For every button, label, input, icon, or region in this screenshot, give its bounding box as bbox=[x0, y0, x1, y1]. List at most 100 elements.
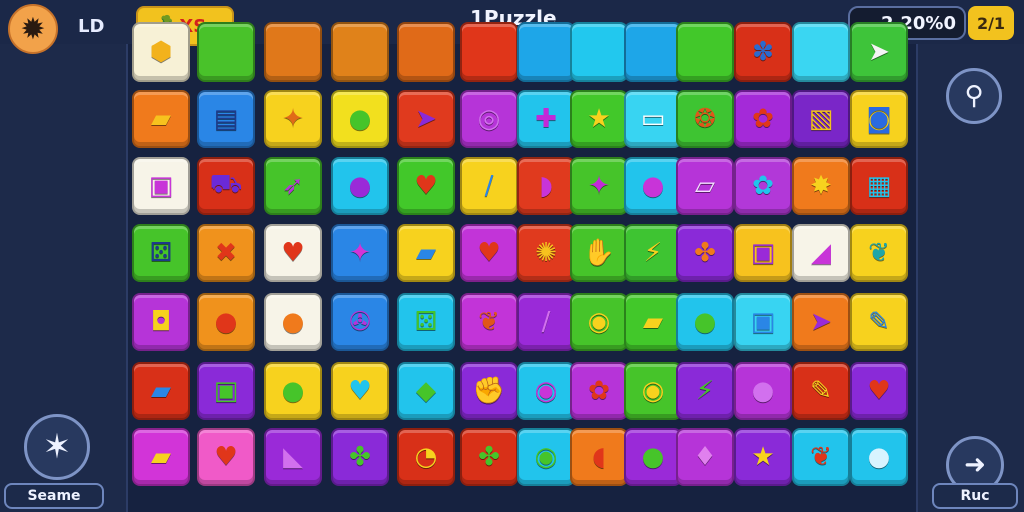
purple-tile[interactable]: ♥ bbox=[850, 362, 908, 420]
red-tile[interactable]: ✺ bbox=[517, 224, 575, 282]
purple-tile[interactable]: ◣ bbox=[264, 428, 322, 486]
orange-tile[interactable] bbox=[264, 22, 322, 82]
tile-icon: ✦ bbox=[588, 171, 610, 201]
purple-tile[interactable]: ◘ bbox=[132, 293, 190, 351]
purple-tile[interactable]: ✿ bbox=[570, 362, 628, 420]
red-tile[interactable]: ✎ bbox=[792, 362, 850, 420]
blue-tile[interactable]: ✦ bbox=[331, 224, 389, 282]
purple-tile[interactable]: / bbox=[517, 293, 575, 351]
cyan-tile[interactable] bbox=[792, 22, 850, 82]
cyan-tile[interactable]: ◆ bbox=[397, 362, 455, 420]
red-tile[interactable]: ◔ bbox=[397, 428, 455, 486]
purple-tile[interactable]: ❦ bbox=[460, 293, 518, 351]
green-tile[interactable]: ✋ bbox=[570, 224, 628, 282]
cyan-tile[interactable]: ● bbox=[676, 293, 734, 351]
green-tile[interactable]: ❂ bbox=[676, 90, 734, 148]
green-tile[interactable]: ⚄ bbox=[132, 224, 190, 282]
green-tile[interactable] bbox=[676, 22, 734, 82]
cyan-tile[interactable]: ● bbox=[331, 157, 389, 215]
green-tile[interactable]: ➤ bbox=[850, 22, 908, 82]
yellow-tile[interactable]: ♥ bbox=[331, 362, 389, 420]
yellow-tile[interactable]: / bbox=[460, 157, 518, 215]
orange-tile[interactable]: ➤ bbox=[792, 293, 850, 351]
cyan-tile[interactable]: ● bbox=[850, 428, 908, 486]
orange-tile[interactable] bbox=[331, 22, 389, 82]
green-tile[interactable]: ▰ bbox=[624, 293, 682, 351]
red-tile[interactable]: ➤ bbox=[397, 90, 455, 148]
right-action-button[interactable]: Ruc bbox=[932, 483, 1018, 509]
green-tile[interactable] bbox=[197, 22, 255, 82]
purple-tile[interactable]: ▣ bbox=[197, 362, 255, 420]
orange-tile[interactable]: ▰ bbox=[132, 90, 190, 148]
cyan-tile[interactable]: ● bbox=[624, 157, 682, 215]
purple-tile[interactable]: ● bbox=[734, 362, 792, 420]
green-tile[interactable]: ♥ bbox=[397, 157, 455, 215]
yellow-tile[interactable]: ● bbox=[331, 90, 389, 148]
yellow-tile[interactable]: ▰ bbox=[397, 224, 455, 282]
orange-tile[interactable]: ✖ bbox=[197, 224, 255, 282]
tile-icon: ◘ bbox=[150, 307, 172, 337]
purple-tile[interactable]: ✿ bbox=[734, 90, 792, 148]
cyan-tile[interactable]: ⚄ bbox=[397, 293, 455, 351]
purple-tile[interactable]: ♦ bbox=[676, 428, 734, 486]
purple-tile[interactable]: ✤ bbox=[331, 428, 389, 486]
tile-icon: ✋ bbox=[582, 238, 616, 268]
cyan-tile[interactable]: ✚ bbox=[517, 90, 575, 148]
cyan-tile[interactable]: ◉ bbox=[517, 362, 575, 420]
red-tile[interactable]: ⛟ bbox=[197, 157, 255, 215]
orange-tile[interactable]: ✸ bbox=[792, 157, 850, 215]
purple-tile[interactable]: ● bbox=[624, 428, 682, 486]
white-tile[interactable]: ◢ bbox=[792, 224, 850, 282]
purple-tile[interactable]: ✊ bbox=[460, 362, 518, 420]
orange-tile[interactable]: ◖ bbox=[570, 428, 628, 486]
blue-tile[interactable] bbox=[624, 22, 682, 82]
purple-tile[interactable]: ⚡ bbox=[676, 362, 734, 420]
purple-tile[interactable]: ♥ bbox=[460, 224, 518, 282]
green-tile[interactable]: ⚡ bbox=[624, 224, 682, 282]
red-tile[interactable] bbox=[460, 22, 518, 82]
orange-tile[interactable] bbox=[397, 22, 455, 82]
green-tile[interactable]: ➶ bbox=[264, 157, 322, 215]
green-tile[interactable]: ★ bbox=[570, 90, 628, 148]
cyan-tile[interactable]: ❦ bbox=[792, 428, 850, 486]
yellow-tile[interactable]: ◙ bbox=[850, 90, 908, 148]
white-tile[interactable]: ♥ bbox=[264, 224, 322, 282]
yellow-tile[interactable]: ▣ bbox=[734, 224, 792, 282]
half-tile[interactable]: ⬢ bbox=[132, 22, 190, 82]
yellow-tile[interactable]: ✦ bbox=[264, 90, 322, 148]
purple-tile[interactable]: ▰ bbox=[132, 428, 190, 486]
tile-icon: ● bbox=[693, 307, 717, 337]
blue-tile[interactable] bbox=[517, 22, 575, 82]
purple-tile[interactable]: ✤ bbox=[676, 224, 734, 282]
cyan-tile[interactable] bbox=[570, 22, 628, 82]
green-tile[interactable]: ◉ bbox=[570, 293, 628, 351]
blue-tile[interactable]: ▤ bbox=[197, 90, 255, 148]
search-button[interactable]: ⚲ bbox=[946, 68, 1002, 124]
yellow-tile[interactable]: ● bbox=[264, 362, 322, 420]
orange-tile[interactable]: ● bbox=[197, 293, 255, 351]
pink-tile[interactable]: ♥ bbox=[197, 428, 255, 486]
cyan-tile[interactable]: ▭ bbox=[624, 90, 682, 148]
white-tile[interactable]: ● bbox=[264, 293, 322, 351]
red-tile[interactable]: ◗ bbox=[517, 157, 575, 215]
gear-icon[interactable]: ✹ bbox=[8, 4, 58, 54]
red-tile[interactable]: ▰ bbox=[132, 362, 190, 420]
purple-tile[interactable]: ✿ bbox=[734, 157, 792, 215]
cyan-tile[interactable]: ▣ bbox=[734, 293, 792, 351]
left-action-button[interactable]: Seame bbox=[4, 483, 104, 509]
purple-tile[interactable]: ★ bbox=[734, 428, 792, 486]
yellow-tile[interactable]: ❦ bbox=[850, 224, 908, 282]
red-tile[interactable]: ✤ bbox=[460, 428, 518, 486]
white-tile[interactable]: ▣ bbox=[132, 157, 190, 215]
green-tile[interactable]: ◉ bbox=[624, 362, 682, 420]
yellow-tile[interactable]: ✎ bbox=[850, 293, 908, 351]
green-tile[interactable]: ✦ bbox=[570, 157, 628, 215]
star-button[interactable]: ✶ bbox=[24, 414, 90, 480]
purple-tile[interactable]: ▧ bbox=[792, 90, 850, 148]
purple-tile[interactable]: ▱ bbox=[676, 157, 734, 215]
purple-tile[interactable]: ◎ bbox=[460, 90, 518, 148]
red-tile[interactable]: ✽ bbox=[734, 22, 792, 82]
red-tile[interactable]: ▦ bbox=[850, 157, 908, 215]
blue-tile[interactable]: ✇ bbox=[331, 293, 389, 351]
cyan-tile[interactable]: ◉ bbox=[517, 428, 575, 486]
